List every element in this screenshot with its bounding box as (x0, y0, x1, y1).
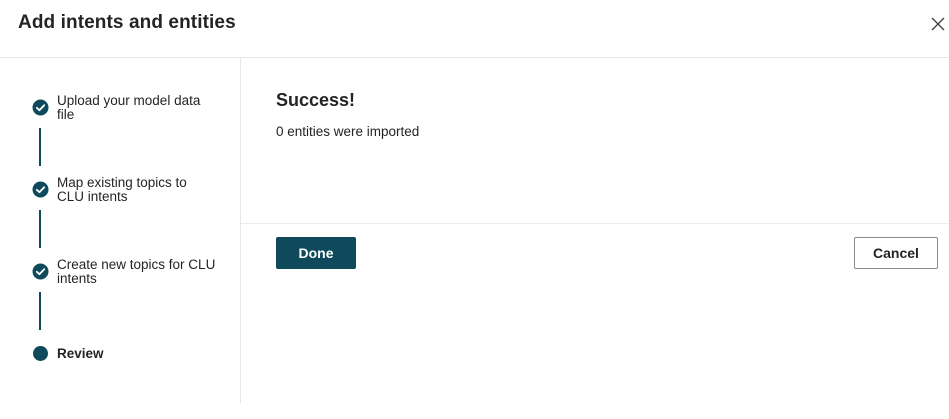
step-connector (39, 128, 41, 166)
step-label: Create new topics for CLU intents (57, 257, 216, 286)
dialog-header: Add intents and entities (0, 0, 949, 58)
add-intents-dialog: Add intents and entities Upload your mod… (0, 0, 949, 419)
step-label: Review (57, 346, 104, 361)
step-connector (39, 210, 41, 248)
done-button[interactable]: Done (276, 237, 356, 269)
checkmark-circle-icon (32, 263, 49, 280)
close-icon (931, 17, 945, 31)
step-label: Upload your model data file (57, 93, 201, 122)
dialog-content: Success! 0 entities were imported Done C… (241, 58, 949, 403)
dialog-title: Add intents and entities (18, 12, 236, 33)
filled-circle-icon (32, 345, 49, 362)
checkmark-circle-icon (32, 181, 49, 198)
step-connector (39, 292, 41, 330)
wizard-steps: Upload your model data file Map existing… (0, 58, 241, 403)
step-label: Map existing topics to CLU intents (57, 175, 187, 204)
import-result-message: 0 entities were imported (276, 124, 420, 139)
checkmark-circle-icon (32, 99, 49, 116)
success-heading: Success! (276, 90, 356, 110)
cancel-button[interactable]: Cancel (854, 237, 938, 269)
footer-divider (241, 223, 949, 224)
close-button[interactable] (928, 14, 948, 34)
